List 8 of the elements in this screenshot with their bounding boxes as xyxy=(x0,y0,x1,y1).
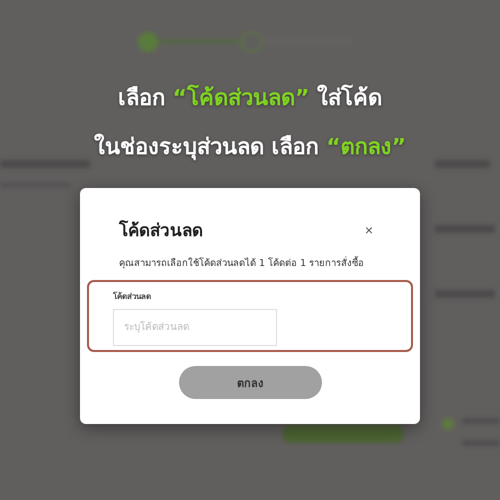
ok-button[interactable]: ตกลง xyxy=(178,366,322,399)
dialog-title: โค้ดส่วนลด xyxy=(119,219,203,243)
dialog-description: คุณสามารถเลือกใช้โค้ดส่วนลดได้ 1 โค้ดต่อ 1 รายการสั่งซื้อ xyxy=(118,255,366,270)
field-label: โค้ดส่วนลด xyxy=(113,290,152,303)
discount-code-field[interactable]: ระบุโค้ดส่วนลด xyxy=(113,309,277,346)
close-button[interactable]: × xyxy=(364,222,373,238)
instruction-text: เลือก “โค้ดส่วนลด” ใส่โค้ด xyxy=(118,84,382,113)
instruction-text: ในช่องระบุส่วนลด เลือก “ตกลง” xyxy=(94,132,406,162)
